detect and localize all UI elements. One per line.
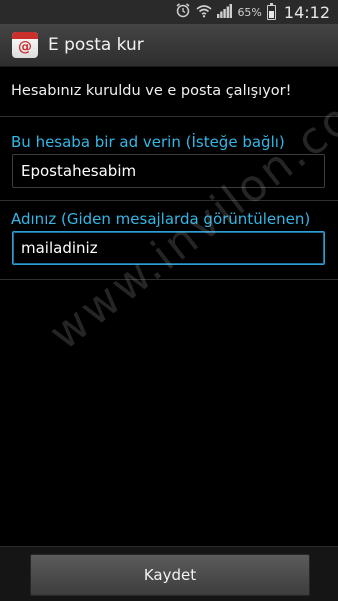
status-bar: 65% 14:12 bbox=[0, 0, 338, 24]
battery-icon bbox=[266, 2, 276, 20]
save-button[interactable]: Kaydet bbox=[30, 554, 310, 596]
page-title: E posta kur bbox=[48, 35, 144, 55]
signal-icon bbox=[217, 3, 233, 22]
bottom-bar: Kaydet bbox=[0, 546, 338, 601]
your-name-value: mailadiniz bbox=[21, 239, 98, 257]
email-at-icon: @ bbox=[12, 32, 38, 58]
setup-complete-message: Hesabınız kuruldu ve e posta çalışıyor! bbox=[11, 83, 292, 99]
battery-percentage: 65% bbox=[237, 5, 262, 19]
divider bbox=[0, 200, 338, 201]
alarm-icon bbox=[175, 2, 191, 22]
status-icons: 65% 14:12 bbox=[175, 0, 330, 24]
battery-level bbox=[268, 10, 274, 18]
title-bar: @ E posta kur bbox=[0, 24, 338, 67]
clock: 14:12 bbox=[283, 2, 330, 22]
account-name-label: Bu hesaba bir ad verin (İsteğe bağlı) bbox=[11, 133, 285, 151]
divider bbox=[0, 116, 338, 117]
account-name-value: Epostahesabim bbox=[21, 162, 137, 180]
wifi-icon bbox=[196, 3, 212, 22]
